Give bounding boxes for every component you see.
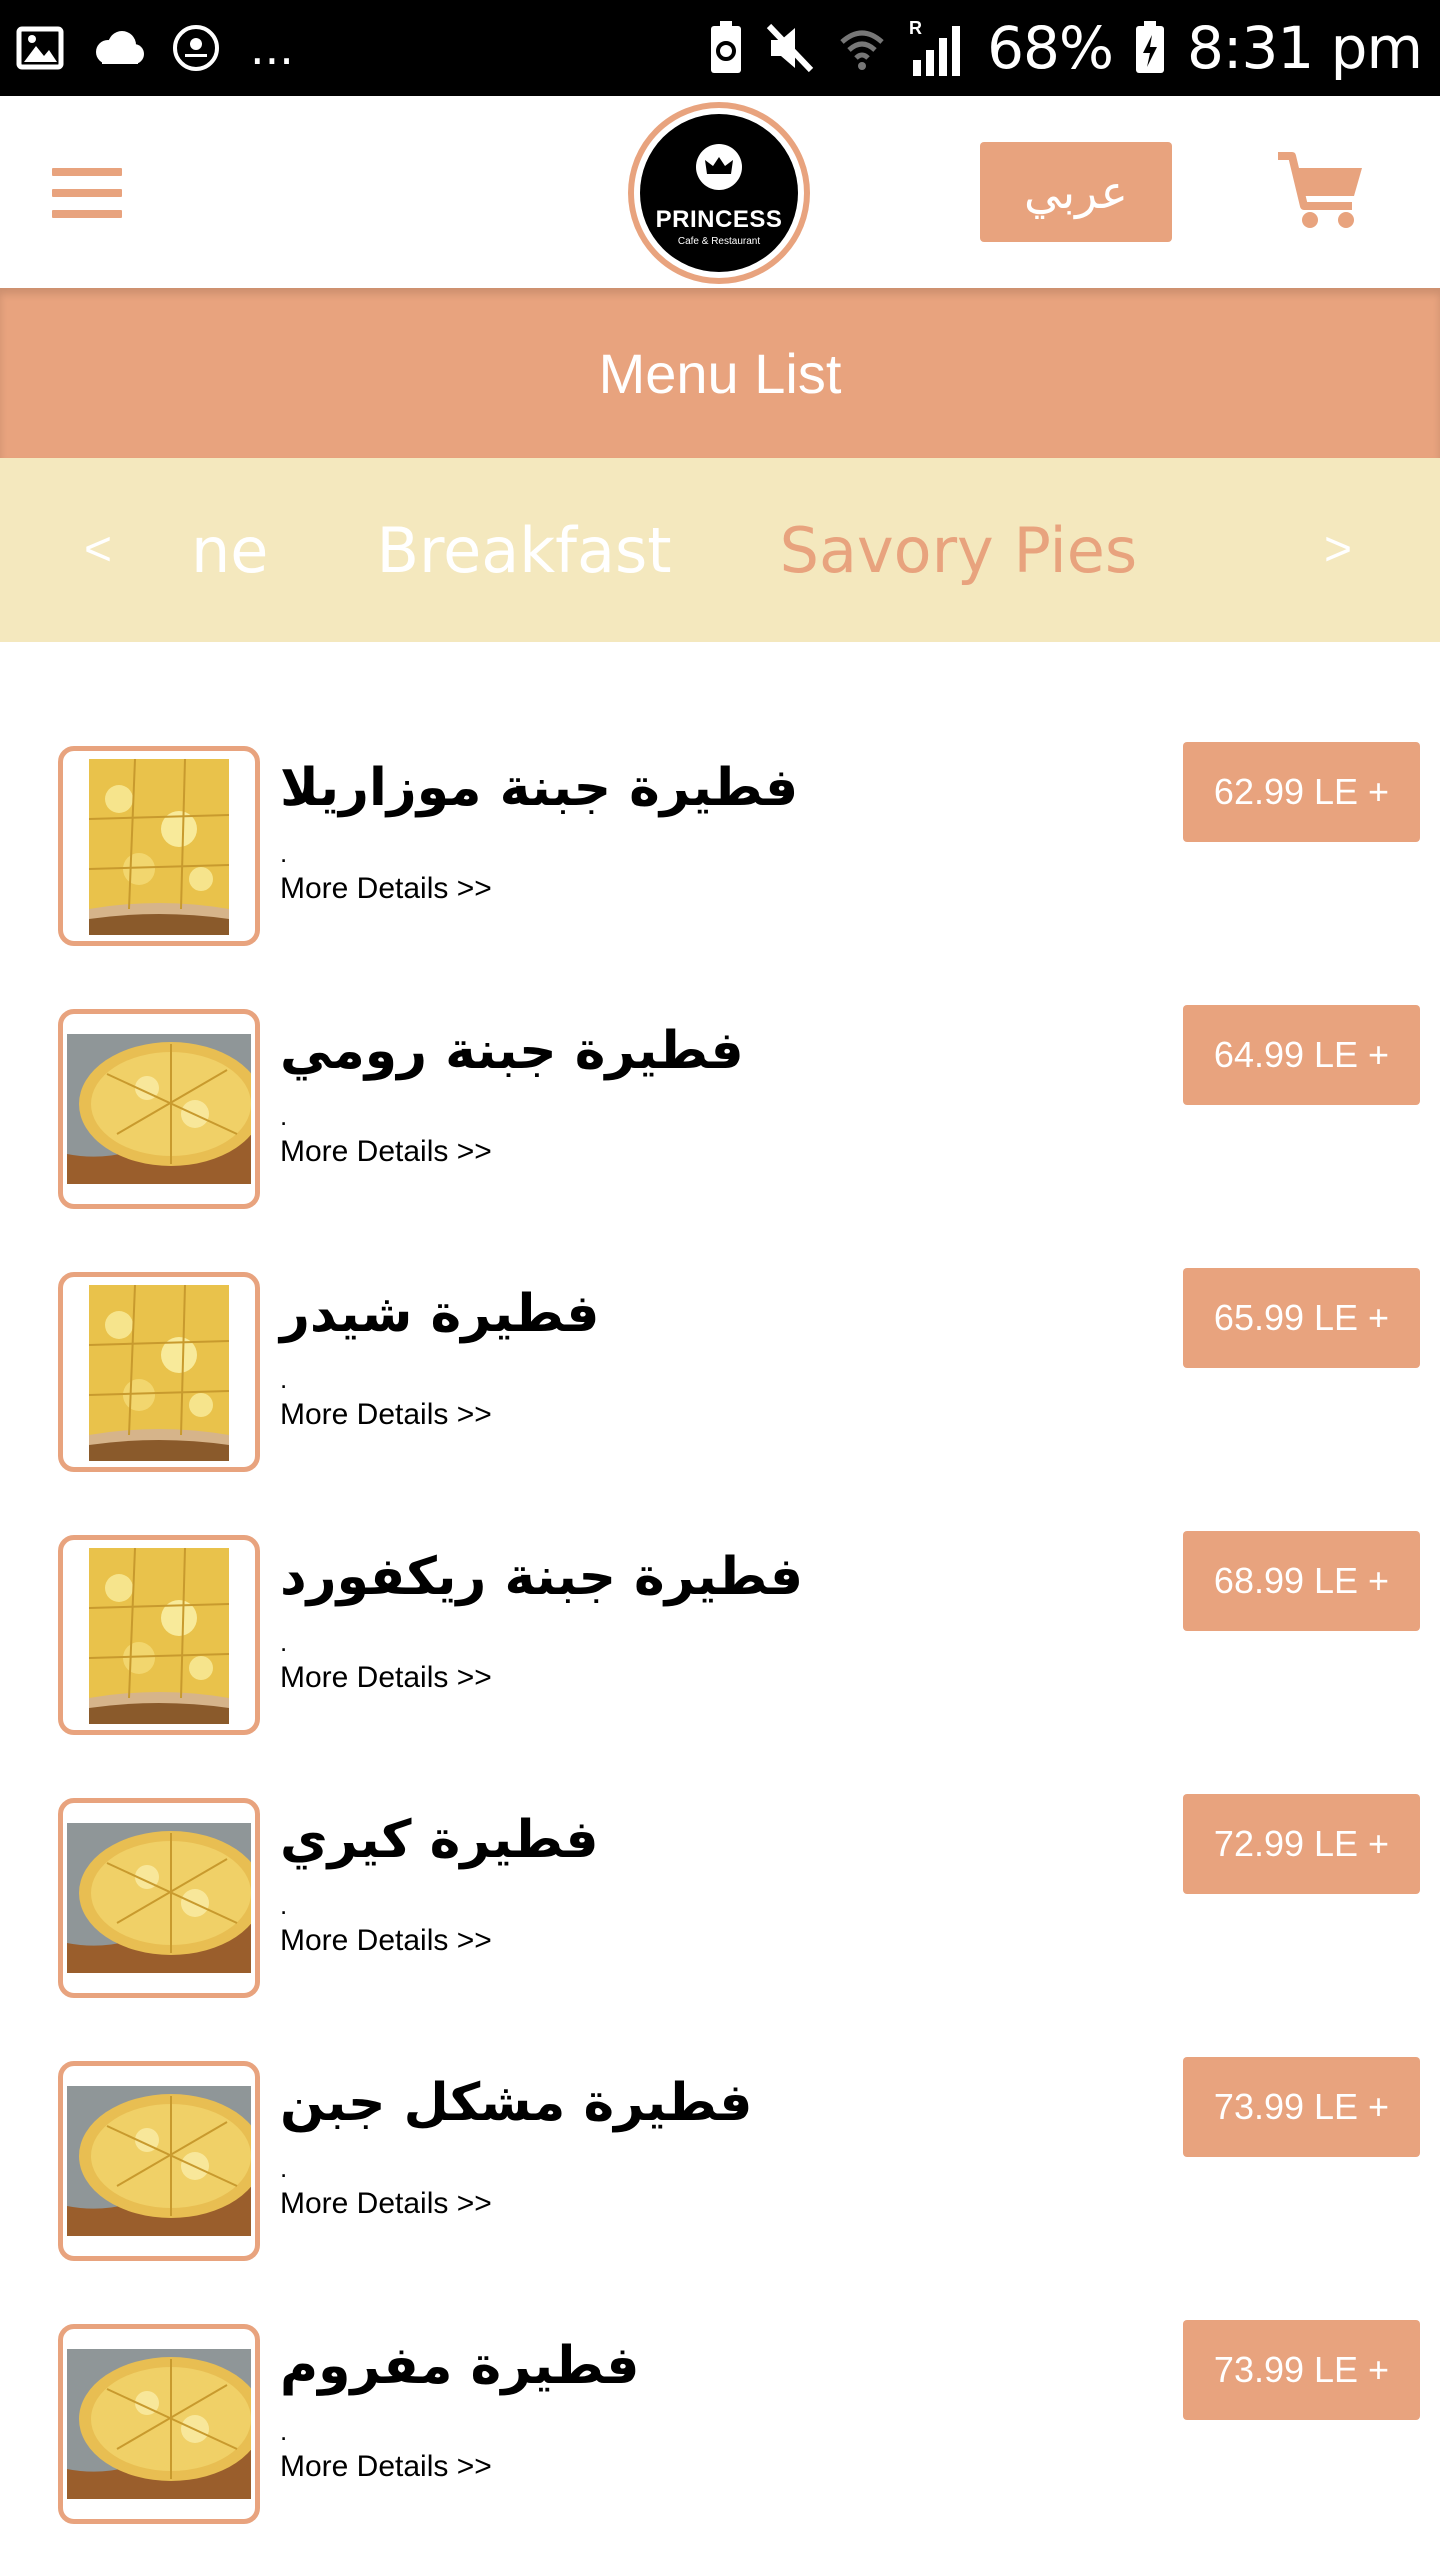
more-details-link[interactable]: More Details >> [280, 1398, 492, 1432]
category-tab[interactable]: Savory Pies [780, 514, 1138, 587]
item-name: فطيرة كيري [280, 1810, 599, 1870]
category-prev-button[interactable]: < [84, 458, 112, 642]
list-item[interactable]: فطيرة جبنة رومي. More Details >> 64.99 LE … [0, 963, 1440, 1226]
item-thumbnail[interactable] [58, 746, 260, 946]
item-description: . [280, 1101, 288, 1131]
add-to-cart-price-button[interactable]: 62.99 LE + [1183, 742, 1420, 842]
item-description: . [280, 1364, 288, 1394]
cloud-icon [96, 31, 144, 64]
more-notifications: ... [250, 21, 294, 75]
category-track: neBreakfastSavory PiesSw [196, 458, 1240, 642]
menu-list-title: Menu List [0, 288, 1440, 458]
more-details-link[interactable]: More Details >> [280, 872, 492, 906]
category-scroller[interactable]: neBreakfastSavory PiesSw [196, 458, 1240, 642]
list-item[interactable]: فطيرة جبنة موزاريلا. More Details >> 62.99… [0, 700, 1440, 963]
item-thumbnail[interactable] [58, 1009, 260, 1209]
cart-icon[interactable] [1276, 150, 1366, 232]
app-header: PRINCESS Cafe & Restaurant عربي [0, 96, 1440, 288]
mute-icon [766, 23, 814, 73]
add-to-cart-price-button[interactable]: 72.99 LE + [1183, 1794, 1420, 1894]
item-name: فطيرة جبنة ريكفورد [280, 1547, 803, 1607]
item-thumbnail[interactable] [58, 1798, 260, 1998]
signal-icon: R [909, 18, 961, 76]
add-to-cart-price-button[interactable]: 68.99 LE + [1183, 1531, 1420, 1631]
list-item[interactable]: فطيرة مفروم. More Details >> 73.99 LE + [0, 2278, 1440, 2541]
clock: 8:31 pm [1187, 14, 1423, 82]
category-next-button[interactable]: > [1324, 458, 1352, 642]
more-details-link[interactable]: More Details >> [280, 1924, 492, 1958]
battery-saver-icon [711, 21, 742, 73]
restaurant-logo[interactable]: PRINCESS Cafe & Restaurant [628, 102, 810, 284]
hamburger-icon[interactable] [52, 168, 122, 218]
add-to-cart-price-button[interactable]: 65.99 LE + [1183, 1268, 1420, 1368]
status-bar-right: R 68% 8:31 pm [709, 10, 1423, 86]
status-bar-left: ... [16, 18, 294, 78]
more-details-link[interactable]: More Details >> [280, 1135, 492, 1169]
menu-items-list: فطيرة جبنة موزاريلا. More Details >> 62.99… [0, 700, 1440, 2541]
item-description: . [280, 1890, 288, 1920]
category-bar: < neBreakfastSavory PiesSw > [0, 458, 1440, 642]
battery-percent: 68% [987, 14, 1114, 82]
category-tab[interactable]: ne [196, 514, 268, 587]
list-item[interactable]: فطيرة مشكل جبن. More Details >> 73.99 LE + [0, 2015, 1440, 2278]
item-name: فطيرة مشكل جبن [280, 2073, 753, 2133]
item-name: فطيرة جبنة موزاريلا [280, 758, 799, 818]
svg-text:R: R [909, 18, 922, 38]
more-details-link[interactable]: More Details >> [280, 2450, 492, 2484]
add-to-cart-price-button[interactable]: 73.99 LE + [1183, 2057, 1420, 2157]
item-thumbnail[interactable] [58, 2324, 260, 2524]
category-tab[interactable]: Breakfast [376, 514, 671, 587]
logo-badge: PRINCESS Cafe & Restaurant [640, 114, 798, 272]
item-thumbnail[interactable] [58, 1272, 260, 1472]
battery-charging-icon [1136, 21, 1164, 73]
item-thumbnail[interactable] [58, 2061, 260, 2261]
gallery-icon [16, 26, 64, 70]
list-item[interactable]: فطيرة جبنة ريكفورد. More Details >> 68.99 … [0, 1489, 1440, 1752]
item-description: . [280, 2153, 288, 2183]
item-name: فطيرة جبنة رومي [280, 1021, 744, 1081]
status-bar: ... R 68% 8:31 pm [0, 0, 1440, 96]
list-item[interactable]: فطيرة شيدر. More Details >> 65.99 LE + [0, 1226, 1440, 1489]
crown-icon [696, 144, 742, 190]
more-details-link[interactable]: More Details >> [280, 2187, 492, 2221]
item-thumbnail[interactable] [58, 1535, 260, 1735]
wifi-icon [840, 30, 884, 70]
item-description: . [280, 838, 288, 868]
more-details-link[interactable]: More Details >> [280, 1661, 492, 1695]
app-notification-icon [173, 25, 219, 71]
item-name: فطيرة شيدر [280, 1284, 600, 1344]
logo-subtitle: Cafe & Restaurant [677, 236, 761, 247]
item-description: . [280, 2416, 288, 2446]
logo-name: PRINCESS [655, 206, 783, 233]
list-item[interactable]: فطيرة كيري. More Details >> 72.99 LE + [0, 1752, 1440, 2015]
item-description: . [280, 1627, 288, 1657]
language-button[interactable]: عربي [980, 142, 1172, 242]
item-name: فطيرة مفروم [280, 2336, 640, 2396]
add-to-cart-price-button[interactable]: 73.99 LE + [1183, 2320, 1420, 2420]
add-to-cart-price-button[interactable]: 64.99 LE + [1183, 1005, 1420, 1105]
